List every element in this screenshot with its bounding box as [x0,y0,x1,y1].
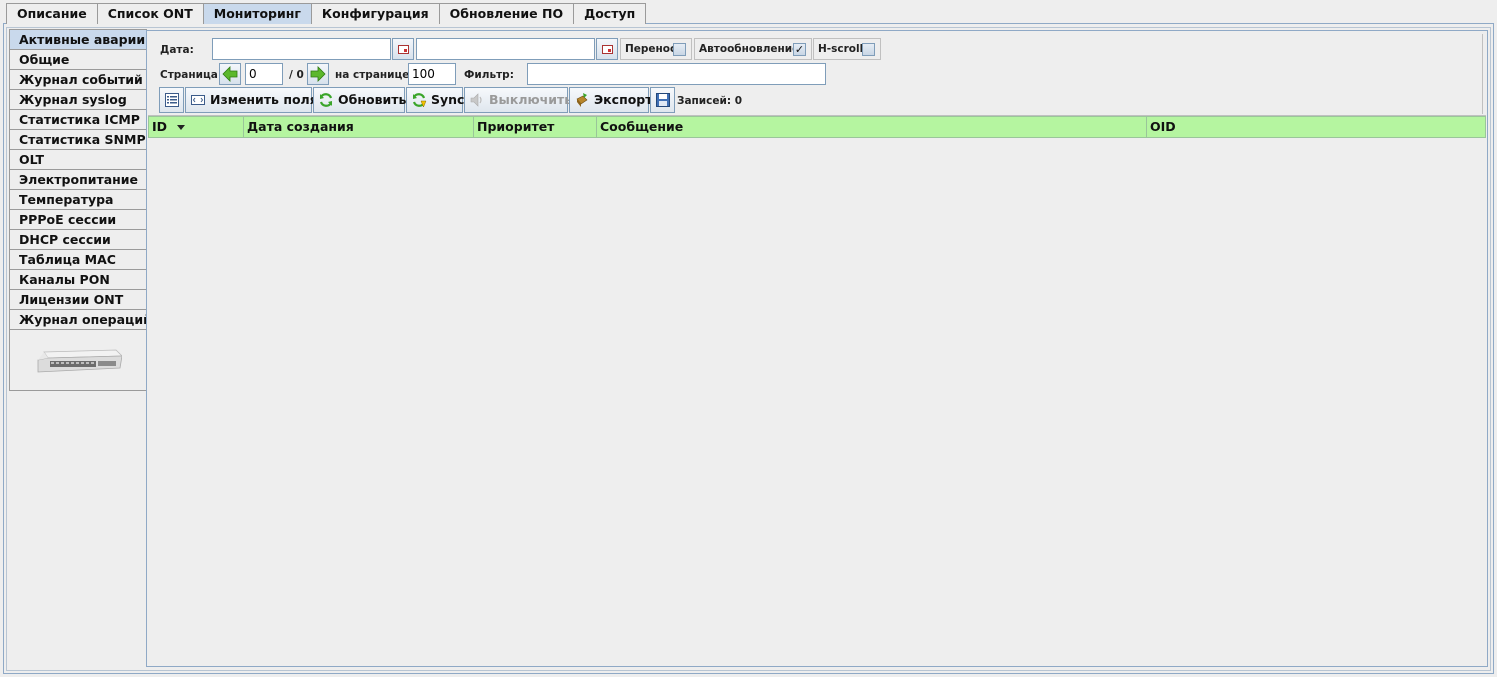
sort-descending-icon [177,125,186,130]
tab-firmware-update[interactable]: Обновление ПО [438,3,575,24]
sync-label: Sync [431,92,465,107]
edit-fields-label: Изменить поля [210,92,318,107]
column-header-id[interactable]: ID [148,116,244,138]
monitoring-side-tabs: Активные аварии Общие Журнал событий Жур… [9,29,152,391]
refresh-button[interactable]: Обновить [313,87,407,113]
column-header-label: Сообщение [600,119,684,134]
side-tab-event-log[interactable]: Журнал событий [9,69,147,89]
column-header-label: Дата создания [247,119,354,134]
page-label: Страница: [160,69,223,81]
prev-page-button[interactable] [219,63,241,85]
autorefresh-checkbox-group[interactable]: Автообновление ✓ [694,38,812,60]
filter-label: Фильтр: [464,69,514,81]
tab-monitoring[interactable]: Мониторинг [202,3,312,24]
speaker-icon [470,93,482,107]
edit-fields-button[interactable]: Изменить поля [185,87,318,113]
disable-button[interactable]: Выключить [464,87,572,113]
tab-configuration[interactable]: Конфигурация [310,3,440,24]
refresh-icon [319,93,333,107]
side-tab-operations-log[interactable]: Журнал операций [9,309,152,329]
device-image-box [9,329,147,391]
disable-label: Выключить [489,92,573,107]
next-page-button[interactable] [307,63,329,85]
date-to-calendar-button[interactable] [596,38,618,60]
column-header-message[interactable]: Сообщение [597,116,1147,138]
hscroll-checkbox-group[interactable]: H-scroll [813,38,881,60]
column-header-created[interactable]: Дата создания [244,116,474,138]
side-tab-syslog[interactable]: Журнал syslog [9,89,147,109]
date-from-calendar-button[interactable] [392,38,414,60]
date-to-input[interactable] [416,38,595,60]
column-header-label: ID [152,119,168,134]
side-tab-mac-table[interactable]: Таблица MAC [9,249,147,269]
side-tab-ont-licenses[interactable]: Лицензии ONT [9,289,147,309]
per-page-label: на странице: [335,69,414,81]
column-header-label: Приоритет [477,119,555,134]
tab-ont-list[interactable]: Список ONT [96,3,204,24]
calendar-icon [398,45,409,54]
wrap-checkbox-group[interactable]: Перенос [620,38,692,60]
side-tab-dhcp[interactable]: DHCP сессии [9,229,147,249]
autorefresh-checkbox[interactable]: ✓ [793,43,806,56]
filter-input[interactable] [527,63,826,85]
tab-description[interactable]: Описание [6,3,98,24]
main-tab-bar: Описание Список ONT Мониторинг Конфигура… [6,3,647,24]
side-tab-snmp-stats[interactable]: Статистика SNMP [9,129,147,149]
wrap-label: Перенос [625,43,677,55]
refresh-label: Обновить [338,92,407,107]
side-tab-power[interactable]: Электропитание [9,169,147,189]
side-tab-active-alarms[interactable]: Активные аварии [9,29,147,49]
column-header-label: OID [1150,119,1176,134]
arrow-left-icon [222,66,238,82]
page-total: / 0 [289,69,304,81]
column-header-oid[interactable]: OID [1147,116,1486,138]
export-label: Экспорт [594,92,653,107]
hscroll-label: H-scroll [818,43,864,55]
hscroll-checkbox[interactable] [862,43,875,56]
wrap-checkbox[interactable] [673,43,686,56]
page-input[interactable] [245,63,283,85]
save-icon [656,93,670,107]
date-from-input[interactable] [212,38,391,60]
tab-access[interactable]: Доступ [573,3,647,24]
export-button[interactable]: Экспорт [569,87,653,113]
columns-list-button[interactable] [159,87,184,113]
alarms-table: ID Дата создания Приоритет Сообщение OID [148,115,1486,665]
column-header-priority[interactable]: Приоритет [474,116,597,138]
active-alarms-panel: Дата: Перенос Автообновление ✓ H-scroll … [146,30,1488,667]
list-icon [165,93,179,107]
side-tab-temperature[interactable]: Температура [9,189,147,209]
filter-toolbar: Дата: Перенос Автообновление ✓ H-scroll … [150,34,1483,114]
per-page-input[interactable] [408,63,456,85]
side-tab-general[interactable]: Общие [9,49,147,69]
calendar-icon [602,45,613,54]
table-header: ID Дата создания Приоритет Сообщение OID [148,116,1486,138]
date-label: Дата: [160,44,194,56]
export-icon [576,93,588,107]
arrow-right-icon [310,66,326,82]
sync-button[interactable]: Sync [406,87,465,113]
side-tab-pppoe[interactable]: PPPoE сессии [9,209,147,229]
records-count: Записей: 0 [677,95,743,107]
side-tab-pon-channels[interactable]: Каналы PON [9,269,147,289]
side-tab-icmp-stats[interactable]: Статистика ICMP [9,109,147,129]
save-button[interactable] [650,87,675,113]
sync-icon [412,93,427,108]
edit-fields-icon [191,95,205,105]
side-tab-olt[interactable]: OLT [9,149,147,169]
autorefresh-label: Автообновление [699,43,800,55]
olt-device-icon [37,349,122,373]
